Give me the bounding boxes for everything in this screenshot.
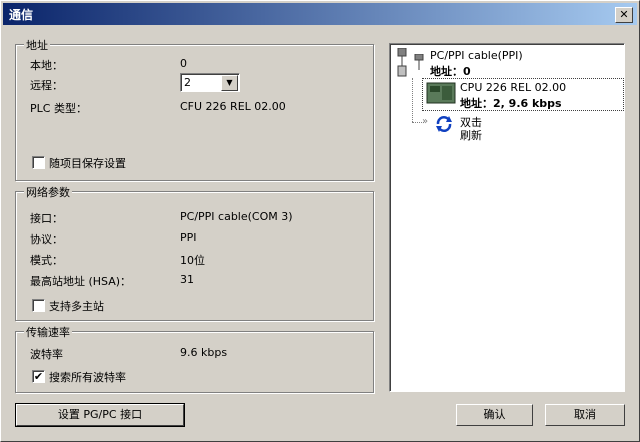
cpu-title: CPU 226 REL 02.00 [460, 81, 567, 94]
baud-rate-label: 波特率 [30, 348, 63, 361]
cpu-icon [426, 82, 456, 104]
cable-icon [397, 48, 407, 77]
plug-icon [414, 54, 424, 70]
transmission-rate-group: 传输速率 波特率 9.6 kbps ✔ 搜索所有波特率 [15, 324, 374, 393]
communication-dialog: 通信 ✕ 地址 本地： 0 远程： 2 ▼ PLC 类型： CFU 226 RE… [0, 0, 640, 442]
remote-label: 远程： [30, 79, 63, 92]
refresh-icon[interactable] [434, 114, 454, 134]
plc-type-label: PLC 类型： [30, 102, 87, 115]
ok-button[interactable]: 确认 [456, 404, 533, 426]
network-params-group: 网络参数 接口： PC/PPI cable(COM 3) 协议： PPI 模式：… [15, 184, 374, 321]
cancel-button[interactable]: 取消 [545, 404, 625, 426]
multi-master-label: 支持多主站 [49, 300, 104, 313]
address-legend: 地址 [24, 37, 50, 53]
window-title: 通信 [9, 8, 34, 22]
cpu-address: 地址：2, 9.6 kbps [460, 97, 562, 110]
remote-address-value: 2 [184, 76, 191, 89]
refresh-line2[interactable]: 刷新 [460, 127, 482, 143]
search-all-baud-checkbox[interactable]: ✔ [32, 370, 45, 383]
hsa-label: 最高站地址 (HSA)： [30, 275, 132, 288]
hsa-value: 31 [180, 273, 194, 286]
multi-master-checkbox[interactable] [32, 299, 45, 312]
interface-label: 接口： [30, 212, 63, 225]
local-label: 本地： [30, 59, 63, 72]
save-with-project-checkbox[interactable] [32, 156, 45, 169]
baud-rate-value: 9.6 kbps [180, 346, 228, 359]
network-tree[interactable]: PC/PPI cable(PPI) 地址：0 CPU 226 REL 02.00… [389, 43, 625, 392]
chevron-down-icon[interactable]: ▼ [221, 75, 238, 91]
plc-type-value: CFU 226 REL 02.00 [180, 100, 286, 113]
protocol-value: PPI [180, 231, 197, 244]
save-with-project-label: 随项目保存设置 [49, 157, 126, 170]
title-bar: 通信 ✕ [3, 3, 637, 25]
cable-address: 地址：0 [430, 65, 471, 78]
tree-connector [412, 78, 414, 122]
network-legend: 网络参数 [24, 184, 72, 200]
remote-address-select[interactable]: 2 ▼ [180, 73, 240, 92]
search-all-baud-label: 搜索所有波特率 [49, 371, 126, 384]
mode-label: 模式： [30, 254, 63, 267]
protocol-label: 协议： [30, 233, 63, 246]
interface-value: PC/PPI cable(COM 3) [180, 210, 293, 223]
cable-title: PC/PPI cable(PPI) [430, 49, 523, 62]
local-value: 0 [180, 57, 187, 70]
rate-legend: 传输速率 [24, 324, 72, 340]
set-pgpc-interface-button[interactable]: 设置 PG/PC 接口 [15, 403, 185, 427]
close-icon[interactable]: ✕ [615, 7, 633, 23]
double-arrow-icon: » [422, 116, 429, 127]
mode-value: 10位 [180, 254, 205, 267]
address-group: 地址 本地： 0 远程： 2 ▼ PLC 类型： CFU 226 REL 02.… [15, 37, 374, 181]
